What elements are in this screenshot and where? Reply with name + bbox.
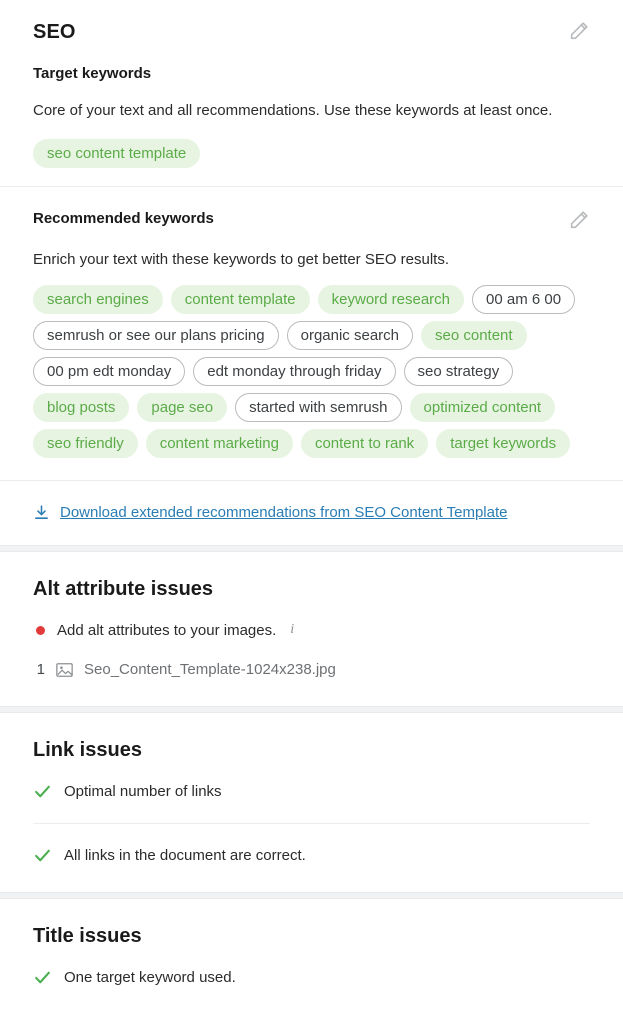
title-issue-row: One target keyword used.: [33, 968, 590, 988]
keyword-chip[interactable]: optimized content: [409, 393, 556, 422]
keyword-chip[interactable]: 00 pm edt monday: [33, 357, 186, 386]
target-keywords-heading: Target keywords: [33, 65, 152, 82]
image-icon: [56, 662, 73, 678]
alt-attribute-issues-section: Alt attribute issues Add alt attributes …: [0, 551, 623, 706]
keyword-chip[interactable]: target keywords: [436, 429, 571, 458]
link-issue-text: All links in the document are correct.: [64, 847, 306, 864]
check-icon: [33, 782, 52, 801]
keyword-chip[interactable]: 00 am 6 00: [472, 285, 576, 314]
keyword-chip[interactable]: content template: [170, 285, 310, 314]
link-issues-section-second: All links in the document are correct.: [0, 824, 623, 892]
section-separator: [0, 544, 623, 552]
keyword-chip[interactable]: search engines: [33, 285, 163, 314]
check-icon: [33, 846, 52, 865]
alt-attribute-issue-row: Add alt attributes to your images. i: [33, 621, 590, 641]
recommended-keywords-section: Recommended keywords Enrich your text wi…: [0, 187, 623, 480]
keyword-chip[interactable]: content marketing: [145, 429, 293, 458]
keyword-chip[interactable]: seo strategy: [403, 357, 514, 386]
keyword-chip[interactable]: content to rank: [300, 429, 429, 458]
keyword-chip[interactable]: page seo: [137, 393, 228, 422]
pencil-icon[interactable]: [568, 20, 590, 42]
info-icon[interactable]: i: [290, 622, 294, 638]
seo-header-row: SEO: [33, 20, 590, 44]
alt-attribute-issue-text: Add alt attributes to your images.: [57, 621, 277, 639]
download-icon: [33, 504, 50, 521]
image-list-item[interactable]: 1 Seo_Content_Template-1024x238.jpg: [33, 660, 590, 680]
keyword-chip[interactable]: edt monday through friday: [193, 357, 396, 386]
image-filename: Seo_Content_Template-1024x238.jpg: [84, 661, 336, 678]
keyword-chip[interactable]: organic search: [286, 321, 413, 350]
link-issues-section: Link issues Optimal number of links: [0, 712, 623, 823]
download-row[interactable]: Download extended recommendations from S…: [33, 503, 590, 523]
image-index: 1: [36, 661, 45, 679]
keyword-chip[interactable]: semrush or see our plans pricing: [33, 321, 279, 350]
alt-attribute-issues-heading: Alt attribute issues: [33, 577, 214, 600]
pencil-icon[interactable]: [568, 209, 590, 231]
keyword-chip[interactable]: seo content: [421, 321, 527, 350]
keyword-chip[interactable]: keyword research: [317, 285, 465, 314]
download-section: Download extended recommendations from S…: [0, 481, 623, 545]
keyword-chip[interactable]: started with semrush: [235, 393, 402, 422]
recommended-keywords-description: Enrich your text with these keywords to …: [33, 251, 450, 269]
recommended-keywords-header-row: Recommended keywords: [33, 209, 590, 231]
link-issue-row: Optimal number of links: [33, 782, 590, 802]
check-icon: [33, 968, 52, 987]
download-link[interactable]: Download extended recommendations from S…: [60, 503, 507, 523]
title-issue-text: One target keyword used.: [64, 968, 236, 986]
seo-section: SEO Target keywords Core of your text an…: [0, 0, 623, 187]
link-issue-row: All links in the document are correct.: [33, 846, 590, 866]
section-separator: [0, 705, 623, 713]
section-separator: [0, 891, 623, 899]
keyword-chip[interactable]: blog posts: [33, 393, 130, 422]
target-keywords-description: Core of your text and all recommendation…: [33, 101, 553, 119]
link-issues-heading: Link issues: [33, 738, 142, 761]
error-dot-icon: [36, 625, 45, 635]
title-issues-heading: Title issues: [33, 924, 142, 947]
keyword-chip[interactable]: seo friendly: [33, 429, 138, 458]
page-title: SEO: [33, 21, 76, 43]
recommended-keywords-heading: Recommended keywords: [33, 210, 214, 228]
keyword-chip[interactable]: seo content template: [33, 139, 201, 169]
title-issues-section: Title issues One target keyword used.: [0, 898, 623, 1013]
recommended-keywords-chips: search engines content template keyword re…: [33, 285, 590, 458]
seo-analysis-panel: SEO Target keywords Core of your text an…: [0, 0, 623, 1013]
link-issue-text: Optimal number of links: [64, 782, 222, 800]
target-keywords-chips: seo content template: [33, 139, 590, 169]
